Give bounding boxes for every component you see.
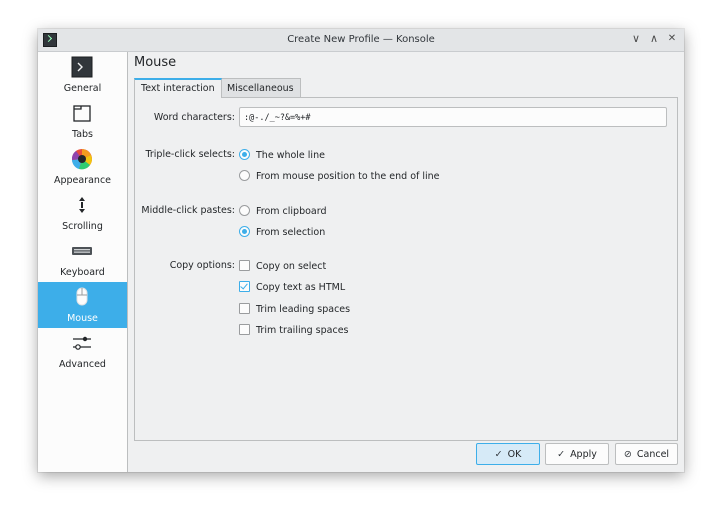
option-label: Trim trailing spaces <box>256 325 349 336</box>
apply-button[interactable]: ✓ Apply <box>545 443 609 465</box>
sidebar-item-label: Scrolling <box>62 221 103 232</box>
close-button[interactable]: ✕ <box>665 32 679 46</box>
page-title: Mouse <box>134 55 177 70</box>
sidebar-item-label: Appearance <box>53 175 112 186</box>
text-interaction-panel: Word characters: :@-./_~?&=%+# Triple-cl… <box>134 97 678 441</box>
checkbox-unchecked-indicator <box>239 303 250 314</box>
sidebar-item-label: General <box>63 83 102 94</box>
terminal-icon <box>71 56 93 78</box>
color-wheel-icon <box>71 148 93 170</box>
cancel-button[interactable]: ⊘ Cancel <box>615 443 678 465</box>
middle-click-label: Middle-click pastes: <box>141 205 235 216</box>
title-bar[interactable]: Create New Profile — Konsole ∨ ∧ ✕ <box>38 29 684 52</box>
radio-unchecked-indicator <box>239 170 250 181</box>
option-label: Copy text as HTML <box>256 282 346 293</box>
sidebar-item-general[interactable]: General <box>38 52 127 98</box>
checkbox-checked-indicator <box>239 281 250 292</box>
checkbox-trim-trailing[interactable]: Trim trailing spaces <box>239 324 349 336</box>
checkbox-unchecked-indicator <box>239 260 250 271</box>
radio-checked-indicator <box>239 226 250 237</box>
sidebar-item-mouse[interactable]: Mouse <box>38 282 127 328</box>
sidebar-item-scrolling[interactable]: Scrolling <box>38 190 127 236</box>
settings-content: Mouse Text interaction Miscellaneous Wor… <box>128 52 684 472</box>
cancel-button-label: Cancel <box>636 449 670 460</box>
maximize-button[interactable]: ∧ <box>647 32 661 46</box>
option-label: The whole line <box>256 150 325 161</box>
checkbox-trim-leading[interactable]: Trim leading spaces <box>239 303 350 315</box>
checkbox-copy-as-html[interactable]: Copy text as HTML <box>239 281 345 293</box>
radio-checked-indicator <box>239 149 250 160</box>
tab-miscellaneous[interactable]: Miscellaneous <box>220 78 301 98</box>
sidebar-item-keyboard[interactable]: Keyboard <box>38 236 127 282</box>
checkmark-icon: ✓ <box>494 449 503 460</box>
checkbox-copy-on-select[interactable]: Copy on select <box>239 260 326 272</box>
radio-from-clipboard[interactable]: From clipboard <box>239 205 327 217</box>
word-characters-input[interactable]: :@-./_~?&=%+# <box>239 107 667 127</box>
ok-button[interactable]: ✓ OK <box>476 443 540 465</box>
radio-from-selection[interactable]: From selection <box>239 226 325 238</box>
option-label: Copy on select <box>256 261 327 272</box>
window-title: Create New Profile — Konsole <box>287 34 435 45</box>
ok-button-label: OK <box>507 449 522 460</box>
cancel-icon: ⊘ <box>623 449 632 460</box>
sidebar-item-label: Tabs <box>71 129 94 140</box>
radio-unchecked-indicator <box>239 205 250 216</box>
konsole-profile-dialog: Create New Profile — Konsole ∨ ∧ ✕ Gener… <box>38 29 684 472</box>
mouse-icon <box>71 286 93 308</box>
radio-mouse-to-end[interactable]: From mouse position to the end of line <box>239 170 440 182</box>
sliders-icon <box>71 332 93 354</box>
copy-options-label: Copy options: <box>169 260 235 271</box>
sidebar-item-label: Mouse <box>67 313 98 324</box>
triple-click-label: Triple-click selects: <box>145 149 235 160</box>
radio-whole-line[interactable]: The whole line <box>239 149 325 161</box>
sidebar-item-label: Keyboard <box>60 267 105 278</box>
sidebar-item-label: Advanced <box>59 359 106 370</box>
checkbox-unchecked-indicator <box>239 324 250 335</box>
scroll-icon <box>71 194 93 216</box>
option-label: From clipboard <box>256 206 327 217</box>
option-label: From mouse position to the end of line <box>256 171 440 182</box>
apply-button-label: Apply <box>570 449 597 460</box>
sidebar-item-advanced[interactable]: Advanced <box>38 328 127 374</box>
sidebar: General Tabs Appearance Scrolling Keyboa… <box>38 52 128 472</box>
sidebar-item-tabs[interactable]: Tabs <box>38 98 127 144</box>
sidebar-item-appearance[interactable]: Appearance <box>38 144 127 190</box>
tabs-icon <box>71 102 93 124</box>
minimize-button[interactable]: ∨ <box>629 32 643 46</box>
keyboard-icon <box>71 240 93 262</box>
checkmark-icon: ✓ <box>557 449 566 460</box>
tab-text-interaction[interactable]: Text interaction <box>134 78 222 98</box>
option-label: Trim leading spaces <box>256 304 351 315</box>
word-characters-label: Word characters: <box>153 112 235 123</box>
option-label: From selection <box>256 227 326 238</box>
